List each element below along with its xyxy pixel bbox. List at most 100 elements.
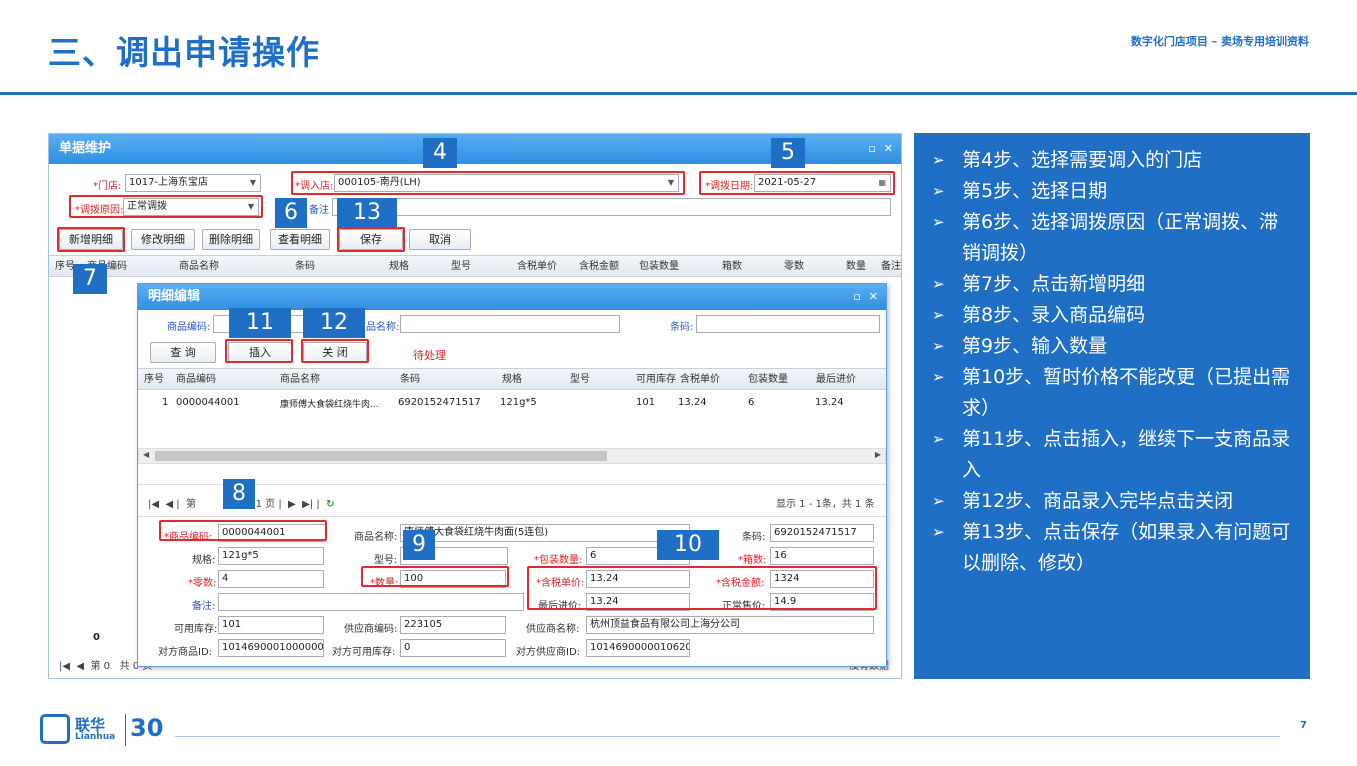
- col-header: 箱数: [722, 261, 742, 272]
- add-detail-button[interactable]: 新增明细: [59, 229, 123, 250]
- instruction-item: ➢ 第11步、点击插入，继续下一支商品录入: [932, 424, 1294, 486]
- instruction-item: ➢ 第12步、商品录入完毕点击关闭: [932, 486, 1294, 517]
- unit-price-label: *含税单价:: [536, 578, 585, 589]
- instruction-item: ➢ 第4步、选择需要调入的门店: [932, 145, 1294, 176]
- col-header: 规格: [502, 374, 522, 385]
- scroll-thumb[interactable]: [155, 451, 607, 461]
- step-marker: 6: [275, 198, 307, 228]
- edit-detail-button[interactable]: 修改明细: [131, 229, 195, 250]
- col-header: 条码: [295, 261, 315, 272]
- barcode-field[interactable]: 6920152471517: [770, 524, 874, 542]
- col-header: 商品编码: [176, 374, 216, 385]
- peer-stock-label: 对方可用库存:: [332, 647, 396, 658]
- peer-stock-field[interactable]: 0: [400, 639, 506, 657]
- page-number-input[interactable]: 0: [104, 661, 110, 672]
- quantity-field[interactable]: 100: [400, 570, 506, 588]
- instruction-item: ➢ 第9步、输入数量: [932, 331, 1294, 362]
- col-header: 型号: [570, 374, 590, 385]
- instruction-item: ➢ 第8步、录入商品编码: [932, 300, 1294, 331]
- arrow-bullet-icon: ➢: [932, 275, 945, 293]
- detail-grid-header: 序号 商品编码 商品名称 条码 规格 型号 含税单价 含税金额 包装数量 箱数 …: [49, 255, 901, 277]
- query-button[interactable]: 查 询: [150, 342, 216, 363]
- spec-field[interactable]: 121g*5: [218, 547, 324, 565]
- scroll-left-icon[interactable]: ◀: [143, 450, 149, 459]
- first-page-icon[interactable]: |◀: [59, 661, 70, 672]
- last-price-field[interactable]: 13.24: [586, 593, 690, 611]
- supplier-code-field[interactable]: 223105: [400, 616, 506, 634]
- arrow-bullet-icon: ➢: [932, 430, 945, 448]
- step-marker: 12: [303, 308, 365, 338]
- maximize-icon[interactable]: ▫: [868, 142, 875, 155]
- maximize-icon[interactable]: ▫: [853, 290, 860, 303]
- name-field[interactable]: 康师傅大食袋红烧牛肉面(5连包): [400, 524, 690, 542]
- remark-field[interactable]: [218, 593, 524, 611]
- cancel-button[interactable]: 取消: [409, 229, 471, 250]
- search-name-input[interactable]: [400, 315, 620, 333]
- reason-select[interactable]: 正常调拨 ▼: [123, 198, 259, 216]
- page-number: 7: [1300, 720, 1307, 731]
- search-barcode-input[interactable]: [696, 315, 880, 333]
- arrow-bullet-icon: ➢: [932, 151, 945, 169]
- quantity-label: *数量:: [370, 578, 399, 589]
- footer-divider: [175, 736, 1280, 737]
- first-page-icon[interactable]: |◀: [148, 499, 159, 510]
- step-marker: 11: [229, 308, 291, 338]
- chevron-down-icon: ▼: [249, 178, 256, 187]
- close-button[interactable]: 关 闭: [303, 342, 367, 363]
- instruction-item: ➢ 第5步、选择日期: [932, 176, 1294, 207]
- header-note: 数字化门店项目 – 卖场专用培训资料: [1130, 35, 1309, 48]
- remark-field[interactable]: [332, 198, 891, 216]
- header-divider: [0, 92, 1357, 95]
- pack-label: *包装数量:: [534, 555, 583, 566]
- boxes-label: *箱数:: [738, 555, 767, 566]
- next-page-icon[interactable]: ▶: [288, 499, 296, 510]
- product-grid-header: 序号 商品编码 商品名称 条码 规格 型号 可用库存 含税单价 包装数量 最后进…: [138, 368, 886, 390]
- col-header: 型号: [451, 261, 471, 272]
- refresh-icon[interactable]: ↻: [326, 499, 334, 510]
- peer-supplier-label: 对方供应商ID:: [516, 647, 581, 658]
- date-field[interactable]: 2021-05-27 ▦: [754, 174, 891, 192]
- step-marker: 4: [423, 138, 457, 168]
- code-field[interactable]: 0000044001: [218, 524, 326, 542]
- prev-page-icon[interactable]: ◀: [76, 661, 84, 672]
- step-marker: 10: [657, 530, 719, 560]
- reason-label: *调拨原因:: [75, 205, 124, 216]
- store-label: *门店:: [93, 181, 122, 192]
- amount-field[interactable]: 1324: [770, 570, 874, 588]
- boxes-field[interactable]: 16: [770, 547, 874, 565]
- peer-supplier-field[interactable]: 10146900000106208: [586, 639, 690, 657]
- peer-item-field[interactable]: 10146900010000003: [218, 639, 324, 657]
- col-header: 商品名称: [179, 261, 219, 272]
- prev-page-icon[interactable]: ◀: [165, 499, 173, 510]
- pager-info: 显示 1 - 1条，共 1 条: [776, 499, 875, 510]
- unit-price-field[interactable]: 13.24: [586, 570, 690, 588]
- col-header: 含税单价: [517, 261, 557, 272]
- scroll-right-icon[interactable]: ▶: [875, 450, 881, 459]
- calendar-icon[interactable]: ▦: [878, 175, 886, 191]
- horizontal-scrollbar[interactable]: ◀ ▶: [138, 448, 886, 464]
- view-detail-button[interactable]: 查看明细: [270, 229, 330, 250]
- store-select[interactable]: 1017-上海东宝店 ▼: [125, 174, 261, 192]
- delete-detail-button[interactable]: 删除明细: [202, 229, 260, 250]
- col-header: 含税金额: [579, 261, 619, 272]
- arrow-bullet-icon: ➢: [932, 182, 945, 200]
- search-barcode-label: 条码:: [670, 322, 694, 333]
- save-button[interactable]: 保存: [339, 229, 403, 250]
- stock-field[interactable]: 101: [218, 616, 324, 634]
- instruction-item: ➢ 第6步、选择调拨原因（正常调拨、滞销调拨）: [932, 207, 1294, 269]
- last-page-icon[interactable]: ▶|: [302, 499, 313, 510]
- dialog-title: 明细编辑: [148, 289, 201, 304]
- in-store-select[interactable]: 000105-南丹(LH) ▼: [334, 174, 679, 192]
- detail-edit-dialog: 明细编辑 ▫ ✕ 商品编码: 商品名称: 条码: 查 询 插入 关 闭 待处理 序…: [137, 283, 887, 667]
- instruction-panel: ➢ 第4步、选择需要调入的门店 ➢ 第5步、选择日期 ➢ 第6步、选择调拨原因（正常调…: [914, 133, 1310, 679]
- supplier-code-label: 供应商编码:: [344, 624, 398, 635]
- insert-button[interactable]: 插入: [228, 342, 292, 363]
- name-label: 商品名称:: [354, 532, 398, 543]
- loose-field[interactable]: 4: [218, 570, 324, 588]
- slide-title: 三、调出申请操作: [48, 33, 320, 72]
- normal-price-field[interactable]: 14.9: [770, 593, 874, 611]
- close-icon[interactable]: ✕: [869, 290, 878, 303]
- close-icon[interactable]: ✕: [884, 142, 893, 155]
- supplier-name-field[interactable]: 杭州顶益食品有限公司上海分公司: [586, 616, 874, 634]
- anniversary-mark: 30: [130, 714, 164, 742]
